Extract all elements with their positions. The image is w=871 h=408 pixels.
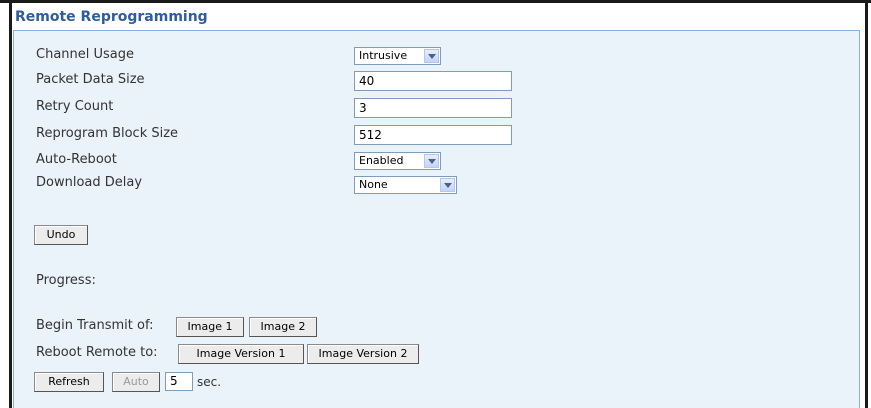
download-delay-select[interactable]: None xyxy=(354,176,457,194)
retry-count-label: Retry Count xyxy=(36,99,114,114)
begin-transmit-label: Begin Transmit of: xyxy=(36,318,154,333)
undo-button[interactable]: Undo xyxy=(34,225,88,245)
auto-reboot-value: Enabled xyxy=(359,154,404,167)
settings-panel: Channel Usage Intrusive Packet Data Size… xyxy=(13,30,860,408)
refresh-interval-unit: sec. xyxy=(197,375,222,389)
transmit-image1-button[interactable]: Image 1 xyxy=(176,317,244,337)
progress-label: Progress: xyxy=(36,273,96,288)
chevron-down-icon xyxy=(440,178,455,192)
download-delay-value: None xyxy=(359,178,388,191)
reprogram-block-size-input[interactable]: 512 xyxy=(354,125,512,145)
refresh-interval-input[interactable]: 5 xyxy=(165,372,193,391)
auto-reboot-select[interactable]: Enabled xyxy=(354,152,441,170)
channel-usage-label: Channel Usage xyxy=(36,47,135,62)
top-border xyxy=(0,0,871,3)
reboot-remote-label: Reboot Remote to: xyxy=(36,345,158,360)
reboot-version2-button[interactable]: Image Version 2 xyxy=(307,344,419,364)
reboot-version1-button[interactable]: Image Version 1 xyxy=(178,344,304,364)
chevron-down-icon xyxy=(424,49,439,63)
right-border xyxy=(865,3,868,408)
auto-reboot-label: Auto-Reboot xyxy=(36,152,117,167)
retry-count-input[interactable]: 3 xyxy=(354,98,512,118)
reprogram-block-size-label: Reprogram Block Size xyxy=(36,126,179,141)
auto-refresh-button[interactable]: Auto xyxy=(112,372,160,392)
packet-data-size-input[interactable]: 40 xyxy=(354,71,512,91)
download-delay-label: Download Delay xyxy=(36,175,143,190)
refresh-button[interactable]: Refresh xyxy=(34,372,104,392)
channel-usage-select[interactable]: Intrusive xyxy=(354,47,441,65)
left-border xyxy=(9,3,12,408)
channel-usage-value: Intrusive xyxy=(359,49,408,62)
section-title: Remote Reprogramming xyxy=(15,9,208,25)
packet-data-size-label: Packet Data Size xyxy=(36,72,145,87)
transmit-image2-button[interactable]: Image 2 xyxy=(249,317,317,337)
chevron-down-icon xyxy=(424,154,439,168)
